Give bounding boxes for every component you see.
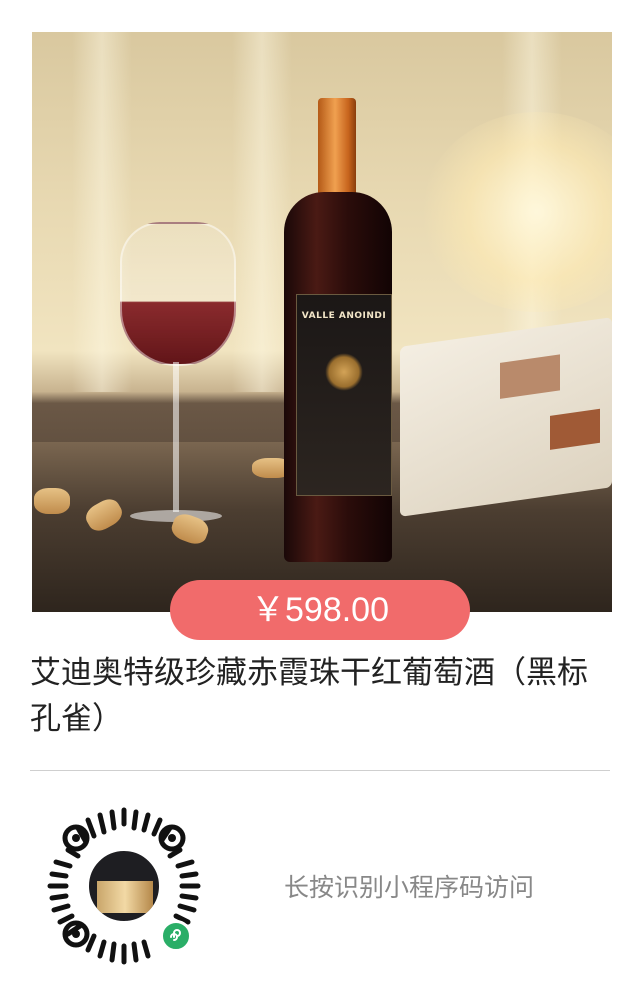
bottle-neck xyxy=(318,98,356,198)
curtain-highlight xyxy=(72,32,132,392)
bottle-label: VALLE ANOINDI xyxy=(296,294,392,496)
book-picture xyxy=(550,408,600,450)
mini-program-glyph-icon xyxy=(170,929,181,941)
store-avatar xyxy=(86,848,162,924)
peacock-icon xyxy=(325,353,363,391)
price-badge: ￥598.00 xyxy=(170,580,470,640)
store-sign xyxy=(103,865,149,875)
cork xyxy=(34,488,70,514)
open-book xyxy=(400,317,612,517)
curtain-highlight xyxy=(232,32,292,392)
store-front xyxy=(97,881,153,913)
scan-hint: 长按识别小程序码访问 xyxy=(284,873,535,902)
wine-glass xyxy=(120,222,236,366)
product-title: 艾迪奥特级珍藏赤霞珠干红葡萄酒（黑标孔雀） xyxy=(30,655,588,737)
wine-glass-stem xyxy=(173,362,179,512)
product-image: VALLE ANOINDI xyxy=(32,32,612,612)
bottle-label-brand: VALLE ANOINDI xyxy=(301,311,387,321)
window-glow xyxy=(422,112,612,312)
book-picture xyxy=(500,354,560,399)
mini-program-logo-icon xyxy=(160,920,192,952)
divider xyxy=(30,770,610,771)
